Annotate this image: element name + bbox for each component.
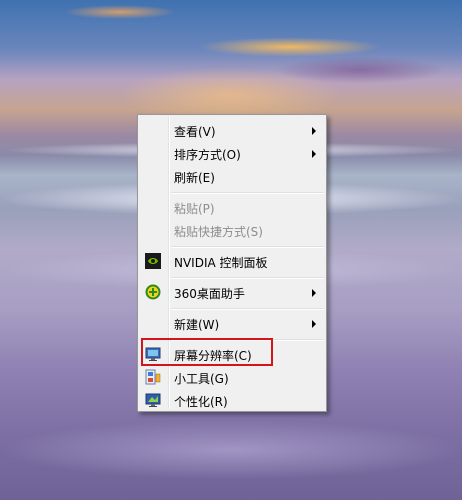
menu-item-sort-by[interactable]: 排序方式(O) bbox=[140, 143, 324, 164]
360-assistant-icon bbox=[145, 284, 161, 300]
menu-item-gadgets[interactable]: 小工具(G) bbox=[140, 367, 324, 388]
wave-foam bbox=[0, 420, 462, 480]
menu-item-view[interactable]: 查看(V) bbox=[140, 120, 324, 141]
menu-item-personalize[interactable]: 个性化(R) bbox=[140, 390, 324, 411]
submenu-arrow-icon bbox=[312, 127, 316, 135]
menu-item-refresh[interactable]: 刷新(E) bbox=[140, 166, 324, 187]
menu-item-paste-shortcut[interactable]: 粘贴快捷方式(S) bbox=[140, 220, 324, 241]
menu-item-label: 360桌面助手 bbox=[174, 287, 245, 301]
menu-separator bbox=[171, 308, 324, 310]
menu-separator bbox=[171, 246, 324, 248]
menu-item-paste[interactable]: 粘贴(P) bbox=[140, 197, 324, 218]
submenu-arrow-icon bbox=[312, 150, 316, 158]
nvidia-icon bbox=[145, 253, 161, 269]
menu-item-360-desktop-assistant[interactable]: 360桌面助手 bbox=[140, 282, 324, 303]
menu-separator bbox=[171, 277, 324, 279]
menu-item-label: 粘贴(P) bbox=[174, 202, 215, 216]
menu-item-nvidia-control-panel[interactable]: NVIDIA 控制面板 bbox=[140, 251, 324, 272]
desktop-context-menu: 查看(V) 排序方式(O) 刷新(E) 粘贴(P) 粘贴快捷方式(S) NVID… bbox=[137, 114, 327, 412]
submenu-arrow-icon bbox=[312, 320, 316, 328]
menu-item-label: 小工具(G) bbox=[174, 372, 229, 386]
annotation-highlight-box bbox=[141, 338, 273, 366]
gadgets-icon bbox=[145, 369, 161, 385]
personalize-icon bbox=[145, 392, 161, 408]
menu-item-label: 粘贴快捷方式(S) bbox=[174, 225, 263, 239]
menu-item-label: NVIDIA 控制面板 bbox=[174, 256, 268, 270]
menu-item-label: 新建(W) bbox=[174, 318, 220, 332]
menu-item-label: 个性化(R) bbox=[174, 395, 228, 409]
menu-item-label: 刷新(E) bbox=[174, 171, 215, 185]
menu-item-new[interactable]: 新建(W) bbox=[140, 313, 324, 334]
menu-item-label: 查看(V) bbox=[174, 125, 216, 139]
submenu-arrow-icon bbox=[312, 289, 316, 297]
menu-separator bbox=[171, 192, 324, 194]
menu-item-label: 排序方式(O) bbox=[174, 148, 241, 162]
